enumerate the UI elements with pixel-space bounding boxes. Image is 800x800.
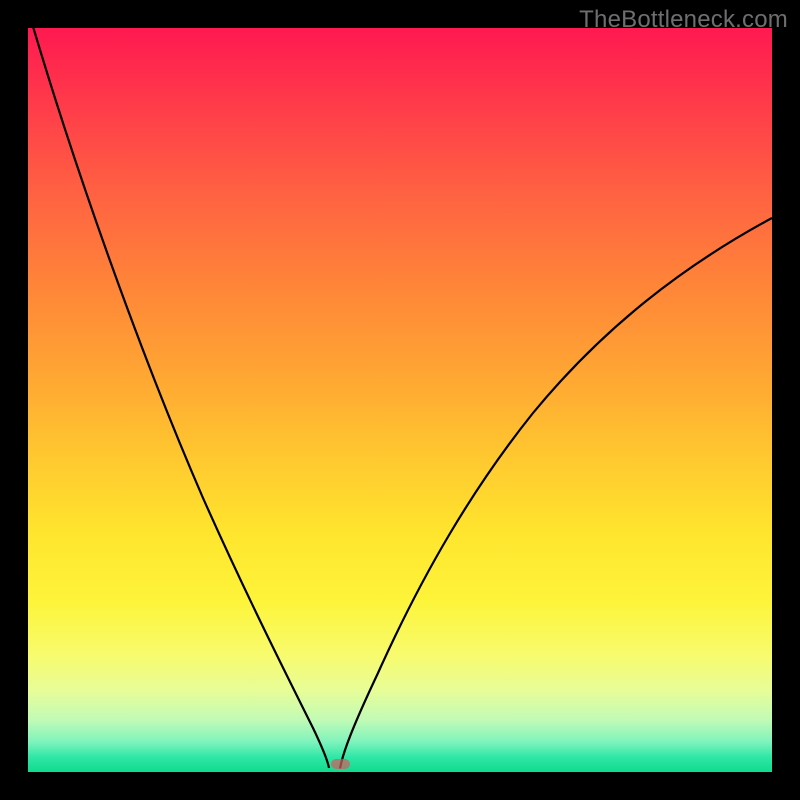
- optimum-marker: [331, 759, 350, 769]
- curve-right-branch: [340, 218, 772, 769]
- curve-left-branch: [29, 28, 329, 768]
- plot-area: [28, 28, 772, 772]
- bottleneck-curve: [28, 28, 772, 772]
- chart-frame: TheBottleneck.com: [0, 0, 800, 800]
